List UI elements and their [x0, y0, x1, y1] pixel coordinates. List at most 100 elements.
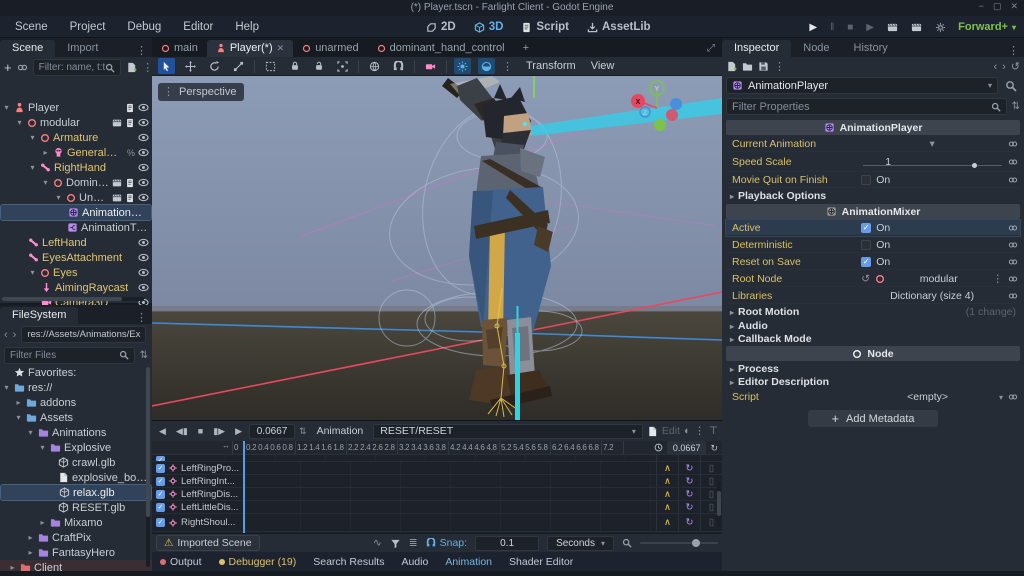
- tree-node-righthand[interactable]: ▾ RightHand: [0, 160, 152, 175]
- edited-object-dropdown[interactable]: AnimationPlayer ▾: [726, 77, 998, 94]
- tab-inspector[interactable]: Inspector: [722, 40, 792, 57]
- visibility-eye-icon[interactable]: [138, 162, 149, 173]
- save-resource-icon[interactable]: [758, 61, 769, 72]
- transform-menu[interactable]: Transform: [520, 60, 582, 72]
- wrap-mode-icon[interactable]: ∧: [656, 462, 678, 474]
- current-time-spinner[interactable]: 0.0667: [249, 423, 296, 439]
- update-mode-icon[interactable]: ↻: [678, 488, 700, 500]
- category-animationplayer[interactable]: AnimationPlayer: [726, 120, 1020, 135]
- object-tools-icon[interactable]: [1005, 80, 1017, 92]
- play-custom-scene-icon[interactable]: [911, 22, 922, 33]
- selection-list-button[interactable]: [262, 58, 279, 74]
- file-filter-input[interactable]: Filter Files: [4, 346, 135, 364]
- history-back-icon[interactable]: ‹: [993, 61, 997, 73]
- fs-explosive-bone-map[interactable]: explosive_bone_map...: [0, 470, 152, 485]
- movie-writer-icon[interactable]: [935, 22, 946, 33]
- stop-icon[interactable]: ■: [847, 22, 853, 33]
- rotate-tool-button[interactable]: [206, 58, 223, 74]
- scale-tool-button[interactable]: [230, 58, 247, 74]
- distraction-free-icon[interactable]: ⤢: [700, 43, 722, 57]
- close-icon[interactable]: ✕: [1010, 1, 1018, 12]
- track-enabled-checkbox[interactable]: ✓: [156, 476, 165, 486]
- group-node-button[interactable]: [334, 58, 351, 74]
- play-icon[interactable]: ▶: [232, 426, 245, 437]
- tree-node-animationtree[interactable]: AnimationTree: [0, 220, 152, 235]
- visibility-eye-icon[interactable]: [138, 267, 149, 278]
- script-icon[interactable]: [125, 103, 135, 113]
- onion-skinning-icon[interactable]: ◐: [684, 425, 690, 437]
- keying-icon[interactable]: [1008, 175, 1018, 185]
- animation-timeline[interactable]: ↔ 0 0.2 0.4 0.6 0.8 1 1.2 1.4 1.6 1.8 2 …: [152, 441, 722, 533]
- fs-craftpix[interactable]: ▸ CraftPix: [0, 530, 152, 545]
- visibility-eye-icon[interactable]: [138, 102, 149, 113]
- scene-tab-dominant-hand-control[interactable]: dominant_hand_control: [368, 40, 514, 57]
- fs-animations[interactable]: ▾ Animations: [0, 425, 152, 440]
- play-scene-icon[interactable]: [887, 22, 898, 33]
- workspace-3d[interactable]: 3D: [468, 21, 510, 33]
- tree-node-animationplayer[interactable]: AnimationPlayer: [0, 204, 152, 221]
- property-tools-icon[interactable]: ⇅: [1012, 101, 1020, 112]
- tab-node[interactable]: Node: [791, 40, 841, 57]
- environment-settings-button[interactable]: [478, 58, 495, 74]
- play-icon[interactable]: ▶: [809, 22, 817, 33]
- sun-env-menu-icon[interactable]: ⋮: [502, 60, 513, 73]
- panel-animation[interactable]: Animation: [445, 556, 492, 568]
- fs-reset-glb[interactable]: RESET.glb: [0, 500, 152, 515]
- menu-scene[interactable]: Scene: [4, 16, 59, 38]
- visibility-eye-icon[interactable]: [138, 177, 149, 188]
- prop-movie-quit[interactable]: Movie Quit on Finish On: [726, 172, 1020, 188]
- prop-deterministic[interactable]: Deterministic On: [726, 237, 1020, 253]
- fold-callback-mode[interactable]: ▸ Callback Mode: [726, 332, 1020, 346]
- anim-menu-icon[interactable]: ⋮: [694, 425, 705, 437]
- tree-node-aimingraycast[interactable]: AimingRaycast: [0, 280, 152, 295]
- object-history-icon[interactable]: ↺: [1011, 60, 1020, 73]
- filetree-vscrollbar[interactable]: [146, 367, 150, 567]
- viewport-3d[interactable]: Y X Z ⋮ Perspective: [152, 76, 722, 420]
- fs-res-root[interactable]: ▾ res://: [0, 380, 152, 395]
- workspace-2d[interactable]: 2D: [420, 21, 462, 33]
- fs-assets[interactable]: ▾ Assets: [0, 410, 152, 425]
- timeline-vscrollbar[interactable]: [717, 491, 721, 516]
- fold-audio[interactable]: ▸ Audio: [726, 319, 1020, 333]
- step-forward-icon[interactable]: ▮▶: [210, 426, 228, 437]
- prop-speed-scale[interactable]: Speed Scale 1: [726, 153, 1020, 172]
- fs-client[interactable]: ▸ Client: [0, 560, 152, 571]
- sort-icon[interactable]: ⇅: [140, 350, 148, 361]
- scene-instance-icon[interactable]: [112, 118, 122, 128]
- checkbox-on[interactable]: ✓: [861, 256, 872, 267]
- keying-icon[interactable]: [1008, 392, 1018, 402]
- renderer-select[interactable]: Forward+ ▾: [958, 16, 1016, 38]
- resource-menu-icon[interactable]: ⋮: [774, 60, 785, 73]
- script-icon[interactable]: [125, 178, 135, 188]
- pause-icon[interactable]: ‖: [830, 22, 834, 33]
- track-row[interactable]: ✓ LeftRingDis... ∧ ↻ ▯: [152, 488, 722, 501]
- prop-current-animation[interactable]: Current Animation ▾: [726, 136, 1020, 152]
- menu-project[interactable]: Project: [59, 16, 117, 38]
- filter-tracks-icon[interactable]: [390, 538, 401, 549]
- tree-node-armature[interactable]: ▾ Armature: [0, 130, 152, 145]
- panel-search-results[interactable]: Search Results: [313, 556, 384, 568]
- checkbox-off[interactable]: [861, 239, 872, 250]
- tree-node-eyesattachment[interactable]: EyesAttachment: [0, 250, 152, 265]
- new-resource-icon[interactable]: [726, 61, 737, 72]
- keying-icon[interactable]: [1008, 139, 1018, 149]
- update-mode-icon[interactable]: ↻: [678, 501, 700, 513]
- group-tracks-icon[interactable]: ≣: [409, 537, 418, 549]
- prop-active[interactable]: Active ✓ On: [725, 219, 1021, 237]
- fold-editor-description[interactable]: ▸ Editor Description: [726, 375, 1020, 389]
- loop-icon[interactable]: ↻: [710, 441, 718, 454]
- wrap-mode-icon[interactable]: ∧: [656, 501, 678, 513]
- scene-filter-input[interactable]: Filter: name, t:t: [32, 59, 122, 76]
- tree-node-generalskeleton[interactable]: ▸GeneralSkeleton%: [0, 145, 152, 160]
- menu-debug[interactable]: Debug: [116, 16, 172, 38]
- new-scene-tab-button[interactable]: +: [514, 40, 538, 57]
- scene-instance-icon[interactable]: [112, 178, 122, 188]
- delete-track-icon[interactable]: ▯: [700, 462, 722, 474]
- wrap-mode-icon[interactable]: ∧: [656, 514, 678, 531]
- update-mode-icon[interactable]: ↻: [678, 514, 700, 531]
- tree-node-player[interactable]: ▾ Player: [0, 100, 152, 115]
- node-options-icon[interactable]: ⋮: [993, 273, 1004, 285]
- animation-menu-button[interactable]: Animation: [311, 425, 370, 437]
- tree-node-eyes[interactable]: ▾ Eyes: [0, 265, 152, 280]
- time-spin-icon[interactable]: ⇅: [299, 426, 307, 437]
